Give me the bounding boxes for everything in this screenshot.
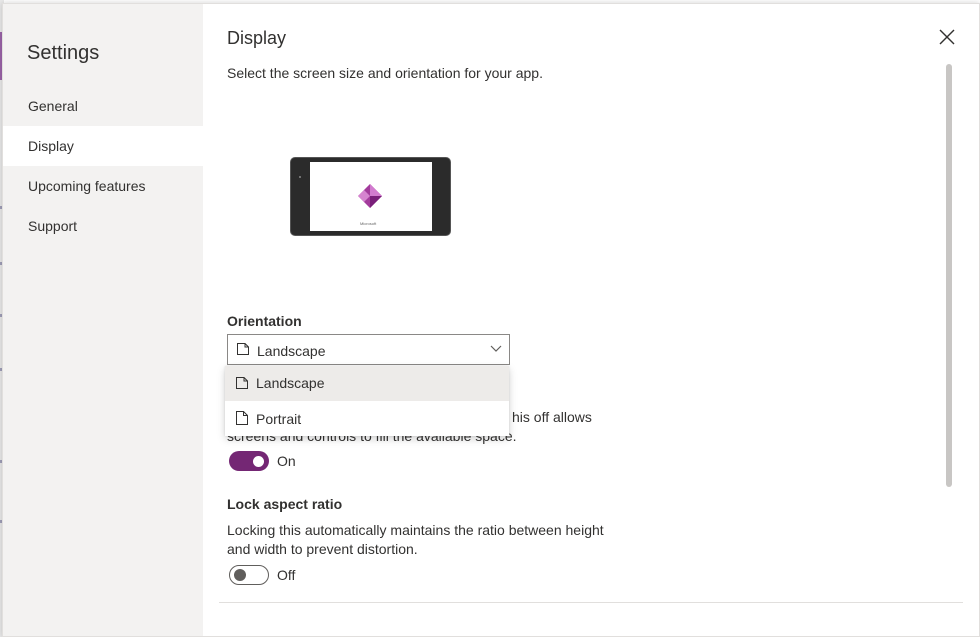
scale-to-fit-state: On [277, 453, 296, 469]
settings-dialog: Settings General Display Upcoming featur… [2, 3, 980, 637]
orientation-options-menu: Landscape Portrait [225, 366, 509, 436]
settings-sidebar: Settings General Display Upcoming featur… [3, 4, 203, 636]
toggle-knob [234, 569, 246, 581]
sidebar-item-general[interactable]: General [3, 86, 203, 126]
portrait-page-icon [236, 411, 248, 425]
option-label: Landscape [256, 375, 325, 391]
sidebar-item-display[interactable]: Display [3, 126, 203, 166]
lock-aspect-description-line2: and width to prevent distortion. [227, 541, 418, 557]
orientation-label: Orientation [227, 313, 302, 329]
device-camera [299, 176, 301, 178]
toggle-knob [253, 456, 264, 467]
power-apps-logo-icon [358, 184, 382, 208]
device-screen: Microsoft [310, 162, 432, 231]
orientation-option-portrait[interactable]: Portrait [225, 401, 509, 436]
page-subtitle: Select the screen size and orientation f… [227, 65, 543, 81]
lock-aspect-ratio-label: Lock aspect ratio [227, 496, 343, 512]
lock-aspect-ratio-description: Locking this automatically maintains the… [227, 521, 627, 559]
scrollbar-thumb[interactable] [946, 64, 952, 487]
scale-to-fit-toggle[interactable] [229, 451, 269, 471]
sidebar-item-upcoming-features[interactable]: Upcoming features [3, 166, 203, 206]
landscape-page-icon [237, 343, 249, 355]
option-label: Portrait [256, 411, 302, 427]
device-brand-text: Microsoft [360, 221, 377, 226]
page-title: Display [227, 28, 287, 48]
device-preview: Microsoft [290, 157, 451, 236]
lock-aspect-ratio-toggle[interactable] [229, 565, 269, 585]
lock-aspect-description-line1: Locking this automatically maintains the… [227, 522, 604, 538]
orientation-option-landscape[interactable]: Landscape [225, 366, 509, 401]
lock-aspect-ratio-state: Off [277, 567, 296, 583]
orientation-dropdown[interactable]: Landscape [227, 334, 510, 365]
landscape-page-icon [236, 377, 248, 389]
sidebar-title: Settings [27, 42, 100, 64]
close-button[interactable] [934, 24, 960, 50]
display-panel: Display Select the screen size and orien… [203, 4, 979, 636]
close-icon [939, 29, 955, 45]
chevron-down-icon [490, 345, 502, 352]
sidebar-item-support[interactable]: Support [3, 206, 203, 246]
footer-divider [219, 602, 963, 603]
orientation-selected-value: Landscape [257, 343, 326, 359]
